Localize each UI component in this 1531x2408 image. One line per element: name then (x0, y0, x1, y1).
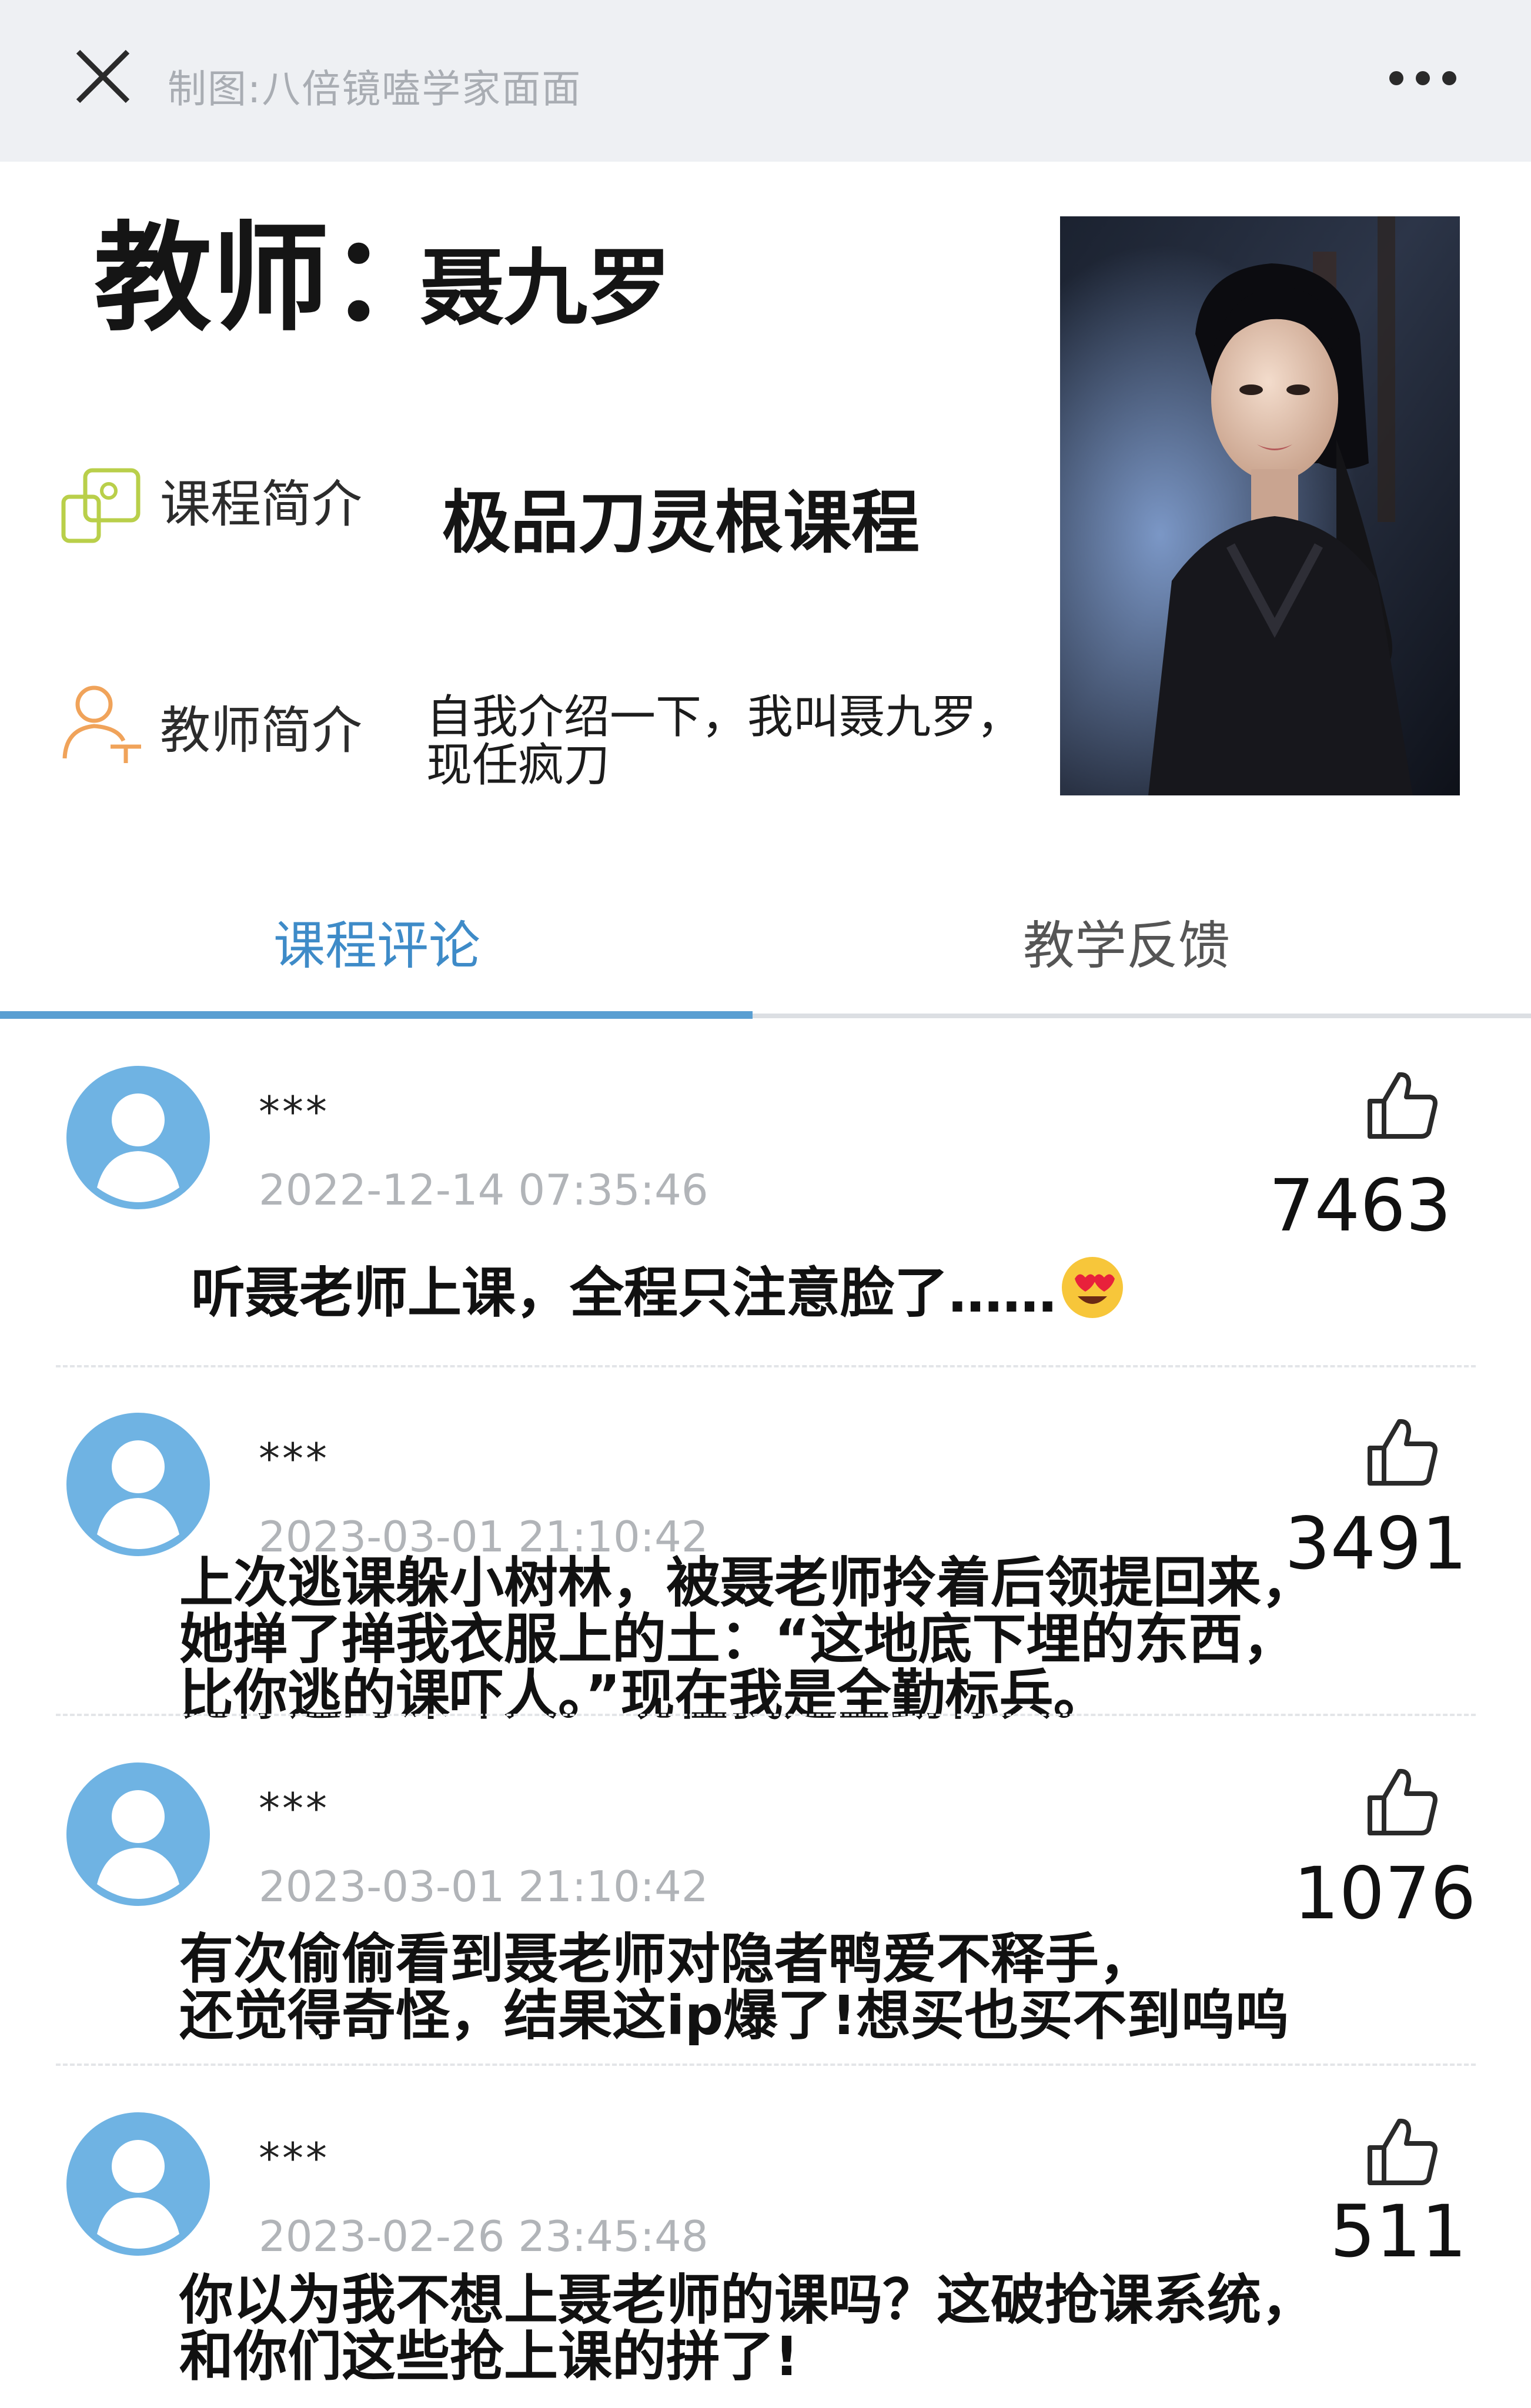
comment-text-line: 她掸了掸我衣服上的土：“这地底下埋的东西， (179, 1607, 1297, 1671)
watermark-title: 制图:八倍镜嗑学家面面 (168, 66, 582, 112)
avatar[interactable] (65, 2111, 212, 2258)
top-bar: 制图:八倍镜嗑学家面面 (0, 0, 1531, 162)
like-count: 7463 (1269, 1164, 1452, 1248)
like-count: 1076 (1293, 1852, 1476, 1935)
close-icon[interactable] (73, 47, 132, 106)
comment-time: 2022-12-14 07:35:46 (259, 1165, 708, 1215)
comment-text: 有次偷偷看到聂老师对隐者鸭爱不释手， 还觉得奇怪，结果这ip爆了!想买也买不到呜… (179, 1931, 1289, 2044)
comment-time: 2023-03-01 21:10:42 (259, 1862, 708, 1911)
avatar[interactable] (65, 1411, 212, 1558)
tab-course-comments[interactable]: 课程评论 (273, 920, 480, 972)
comment-username: *** (259, 2133, 329, 2183)
avatar[interactable] (65, 1761, 212, 1908)
thumbs-up-icon[interactable] (1365, 2115, 1439, 2186)
avatar[interactable] (65, 1064, 212, 1211)
thumbs-up-icon[interactable] (1365, 1069, 1439, 1139)
comment-text: 听聂老师上课，全程只注意脸了…… (191, 1255, 1125, 1322)
comment-username: *** (259, 1434, 329, 1483)
comment-text-line: 听聂老师上课，全程只注意脸了…… (191, 1262, 1057, 1325)
teacher-intro-label: 教师简介 (160, 701, 362, 760)
comment-text: 你以为我不想上聂老师的课吗？这破抢课系统， 和你们这些抢上课的拼了! (179, 2272, 1315, 2384)
course-intro-icon (61, 468, 141, 543)
comment-text-line: 上次逃课躲小树林，被聂老师拎着后领提回来， (179, 1551, 1316, 1614)
thumbs-up-icon[interactable] (1365, 1765, 1439, 1836)
comment-text-line: 和你们这些抢上课的拼了! (179, 2325, 799, 2388)
comment-text: 上次逃课躲小树林，被聂老师拎着后领提回来， 她掸了掸我衣服上的土：“这地底下埋的… (179, 1555, 1315, 1724)
like-count: 511 (1330, 2190, 1467, 2273)
comment-time: 2023-02-26 23:45:48 (259, 2212, 708, 2261)
comment-divider (56, 2063, 1476, 2066)
comment-divider (56, 1714, 1476, 1716)
course-intro-label: 课程简介 (160, 475, 362, 534)
teacher-title-label: 教师： (94, 210, 447, 347)
more-icon[interactable] (1388, 69, 1458, 87)
heart-eyes-emoji (1062, 1257, 1124, 1318)
comment-username: *** (259, 1087, 329, 1136)
teacher-name: 聂九罗 (420, 240, 671, 337)
teacher-intro-icon (62, 685, 141, 763)
tab-active-indicator (0, 1011, 753, 1019)
comment-text-line: 你以为我不想上聂老师的课吗？这破抢课系统， (179, 2269, 1316, 2332)
teacher-portrait (1060, 216, 1460, 795)
comment-username: *** (259, 1784, 329, 1833)
comment-text-line: 还觉得奇怪，结果这ip爆了!想买也买不到呜呜 (179, 1984, 1289, 2047)
thumbs-up-icon[interactable] (1365, 1416, 1439, 1486)
comment-text-line: 有次偷偷看到聂老师对隐者鸭爱不释手， (179, 1928, 1154, 1991)
teacher-intro-value: 自我介绍一下，我叫聂九罗，现任疯刀 (426, 691, 1023, 792)
tab-teaching-feedback[interactable]: 教学反馈 (1023, 920, 1230, 972)
course-intro-value: 极品刀灵根课程 (442, 483, 920, 563)
comment-divider (56, 1365, 1476, 1367)
